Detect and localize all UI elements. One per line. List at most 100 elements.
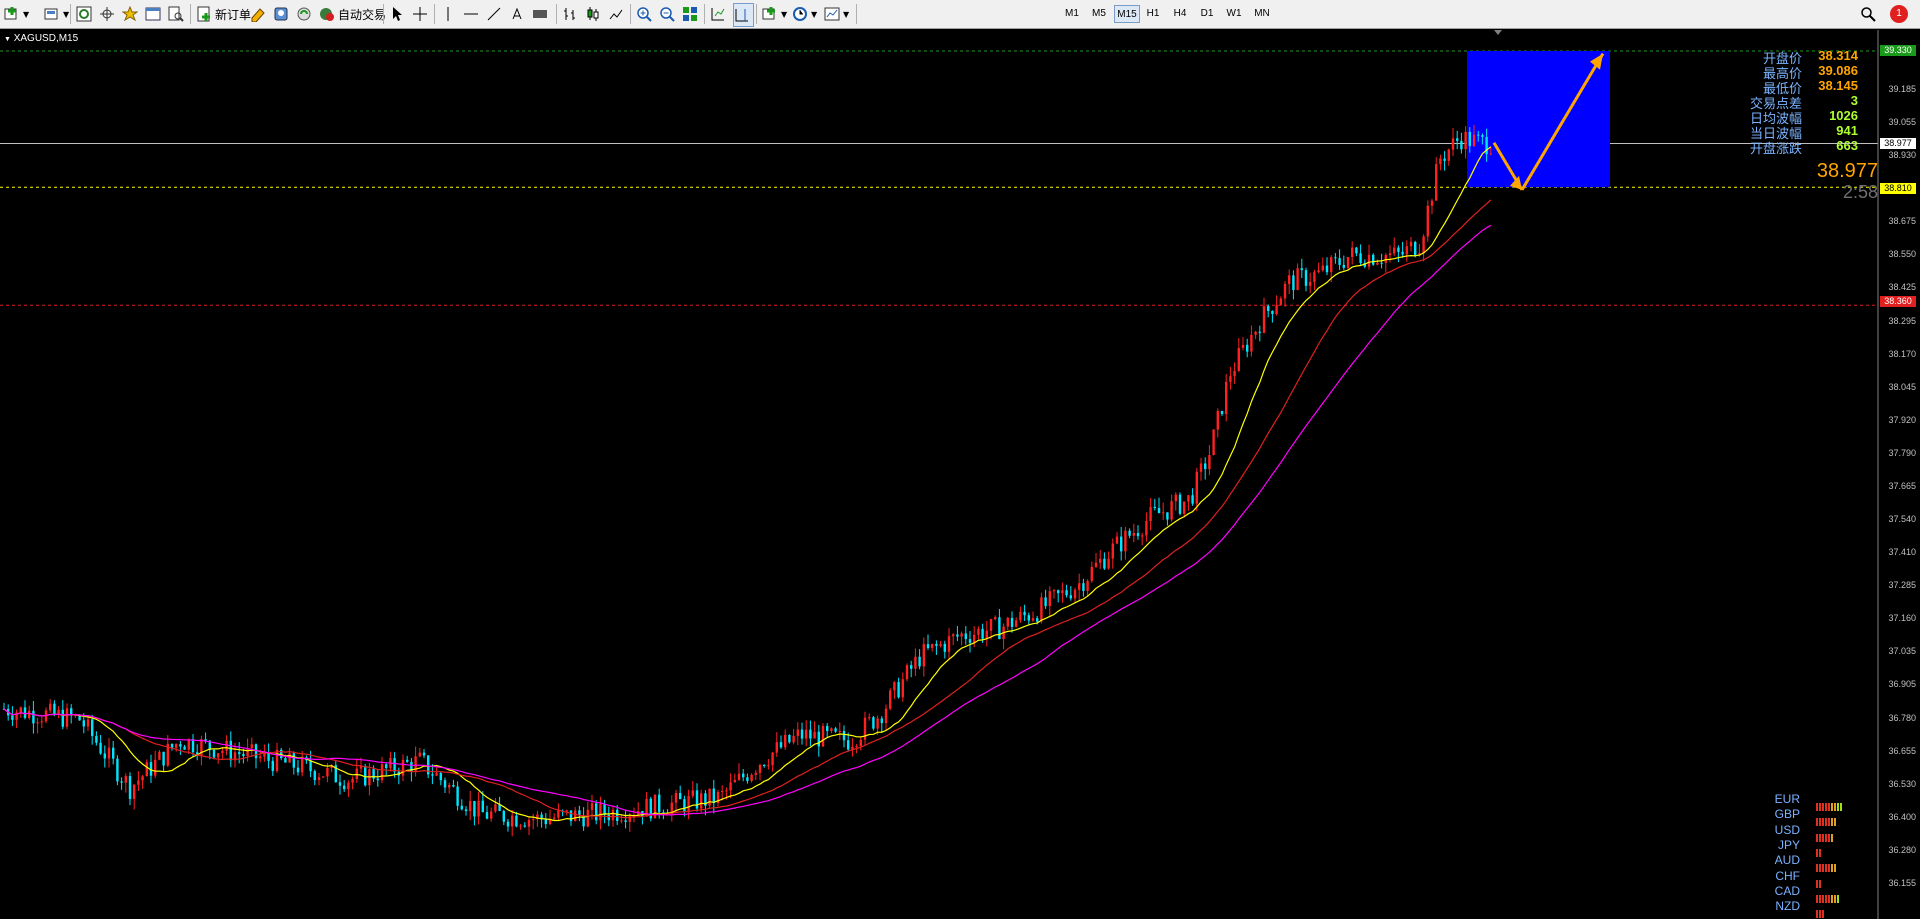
line-chart-button[interactable] <box>608 3 627 25</box>
candle-body <box>439 772 442 781</box>
metaeditor-button[interactable] <box>250 3 269 25</box>
candle-body <box>834 728 837 732</box>
candle-body <box>1057 590 1060 594</box>
candle-body <box>931 643 934 648</box>
candle-body <box>557 810 560 818</box>
candle-body <box>775 742 778 753</box>
candle-body <box>1388 253 1392 256</box>
periodicity-button[interactable]: ▼ <box>792 3 817 25</box>
timeframe-w1-button[interactable]: W1 <box>1222 5 1246 23</box>
auto-scroll-button[interactable] <box>710 3 729 25</box>
candle-body <box>758 764 762 773</box>
candle-body <box>1023 611 1026 616</box>
chart-shift-button[interactable] <box>733 3 754 27</box>
cursor-tool[interactable] <box>389 3 408 25</box>
terminal-button[interactable] <box>145 3 164 25</box>
candle-body <box>61 709 64 727</box>
candle-body <box>1229 376 1232 382</box>
auto-scroll-icon <box>711 8 725 21</box>
candle-body <box>1443 158 1446 161</box>
terminal-icon <box>145 7 161 21</box>
shift-marker[interactable] <box>1494 30 1502 35</box>
candle-body <box>1472 134 1476 147</box>
signals-button[interactable] <box>296 3 315 25</box>
currency-name: EUR <box>1774 792 1800 806</box>
candle-body <box>674 793 678 803</box>
info-value: 941 <box>1836 123 1858 138</box>
horizontal-line-tool[interactable] <box>463 3 482 25</box>
candle-body <box>1166 512 1169 520</box>
notifications-button[interactable]: 1 <box>1890 3 1908 25</box>
candle-body <box>1094 562 1098 567</box>
profiles-button[interactable]: ▼ <box>44 3 69 25</box>
candle-body <box>95 735 98 743</box>
candle-body <box>1212 429 1215 456</box>
timeframe-m15-button[interactable]: M15 <box>1114 5 1140 23</box>
candle-body <box>347 782 350 790</box>
bar-chart-button[interactable] <box>562 3 581 25</box>
community-button[interactable] <box>273 3 292 25</box>
timeframe-h4-button[interactable]: H4 <box>1168 5 1192 23</box>
vertical-line-tool[interactable] <box>440 3 459 25</box>
candle-body <box>456 786 459 806</box>
new-chart-button[interactable]: ▼ <box>4 3 29 25</box>
timeframe-m1-button[interactable]: M1 <box>1060 5 1084 23</box>
candle-body <box>296 767 300 773</box>
price-axis-label: 38.675 <box>1888 216 1916 227</box>
candle-body <box>1115 536 1119 544</box>
timeframe-h1-button[interactable]: H1 <box>1141 5 1165 23</box>
candle-body <box>1489 153 1492 155</box>
crosshair-icon <box>100 7 114 21</box>
candle-body <box>238 752 241 755</box>
text-tool[interactable] <box>509 3 528 25</box>
zoom-in-button[interactable] <box>636 3 655 25</box>
candle-body <box>981 628 984 639</box>
timeframe-d1-button[interactable]: D1 <box>1195 5 1219 23</box>
zoom-out-button[interactable] <box>659 3 678 25</box>
strategy-tester-button[interactable] <box>168 3 187 25</box>
templates-button[interactable]: ▼ <box>824 3 849 25</box>
candle-body <box>779 742 783 748</box>
chart-window[interactable]: ▼ XAGUSD,M15 开盘价 38.314 最高价 39.086 最低价 38.145… <box>0 30 1920 919</box>
candle-body <box>418 752 421 757</box>
new-order-button[interactable]: 新订单 <box>196 3 251 25</box>
label-tool[interactable] <box>532 3 551 25</box>
ma-fast-line <box>3 146 1492 822</box>
candle-body <box>1330 257 1333 273</box>
search-button[interactable] <box>1860 3 1879 25</box>
candle-body <box>154 759 157 776</box>
candle-body <box>985 630 988 639</box>
indicators-button[interactable]: ▼ <box>762 3 787 25</box>
candle-body <box>796 729 799 736</box>
strength-bars <box>1816 873 1822 888</box>
candle-body <box>1414 241 1417 256</box>
candle-body <box>1250 334 1253 352</box>
price-axis-label: 36.400 <box>1888 811 1916 822</box>
candle-body <box>242 754 245 757</box>
timeframe-m5-button[interactable]: M5 <box>1087 5 1111 23</box>
auto-trading-button[interactable]: 自动交易 <box>319 3 386 25</box>
candle-body <box>922 644 925 667</box>
candle-body <box>1372 254 1375 265</box>
candlestick-button[interactable] <box>585 3 604 25</box>
candle-body <box>452 785 455 787</box>
navigator-button[interactable] <box>122 3 141 25</box>
candle-body <box>998 617 1001 640</box>
info-value: 39.086 <box>1818 63 1858 78</box>
candle-body <box>1157 508 1161 514</box>
signals-icon <box>297 7 311 21</box>
price-axis-label: 37.665 <box>1888 480 1916 491</box>
trendline-tool[interactable] <box>486 3 505 25</box>
timeframe-mn-button[interactable]: MN <box>1250 5 1274 23</box>
data-window-button[interactable] <box>99 3 118 25</box>
price-chart[interactable] <box>0 30 1920 919</box>
candle-body <box>910 665 913 669</box>
market-watch-button[interactable] <box>76 3 95 25</box>
candle-body <box>830 728 833 732</box>
tile-windows-button[interactable] <box>682 3 701 25</box>
candle-body <box>519 825 522 827</box>
dropdown-arrow-icon: ▼ <box>811 9 818 19</box>
bar-countdown: 2:58 <box>1842 182 1878 202</box>
crosshair-tool[interactable] <box>412 3 431 25</box>
price-axis-label: 36.280 <box>1888 844 1916 855</box>
